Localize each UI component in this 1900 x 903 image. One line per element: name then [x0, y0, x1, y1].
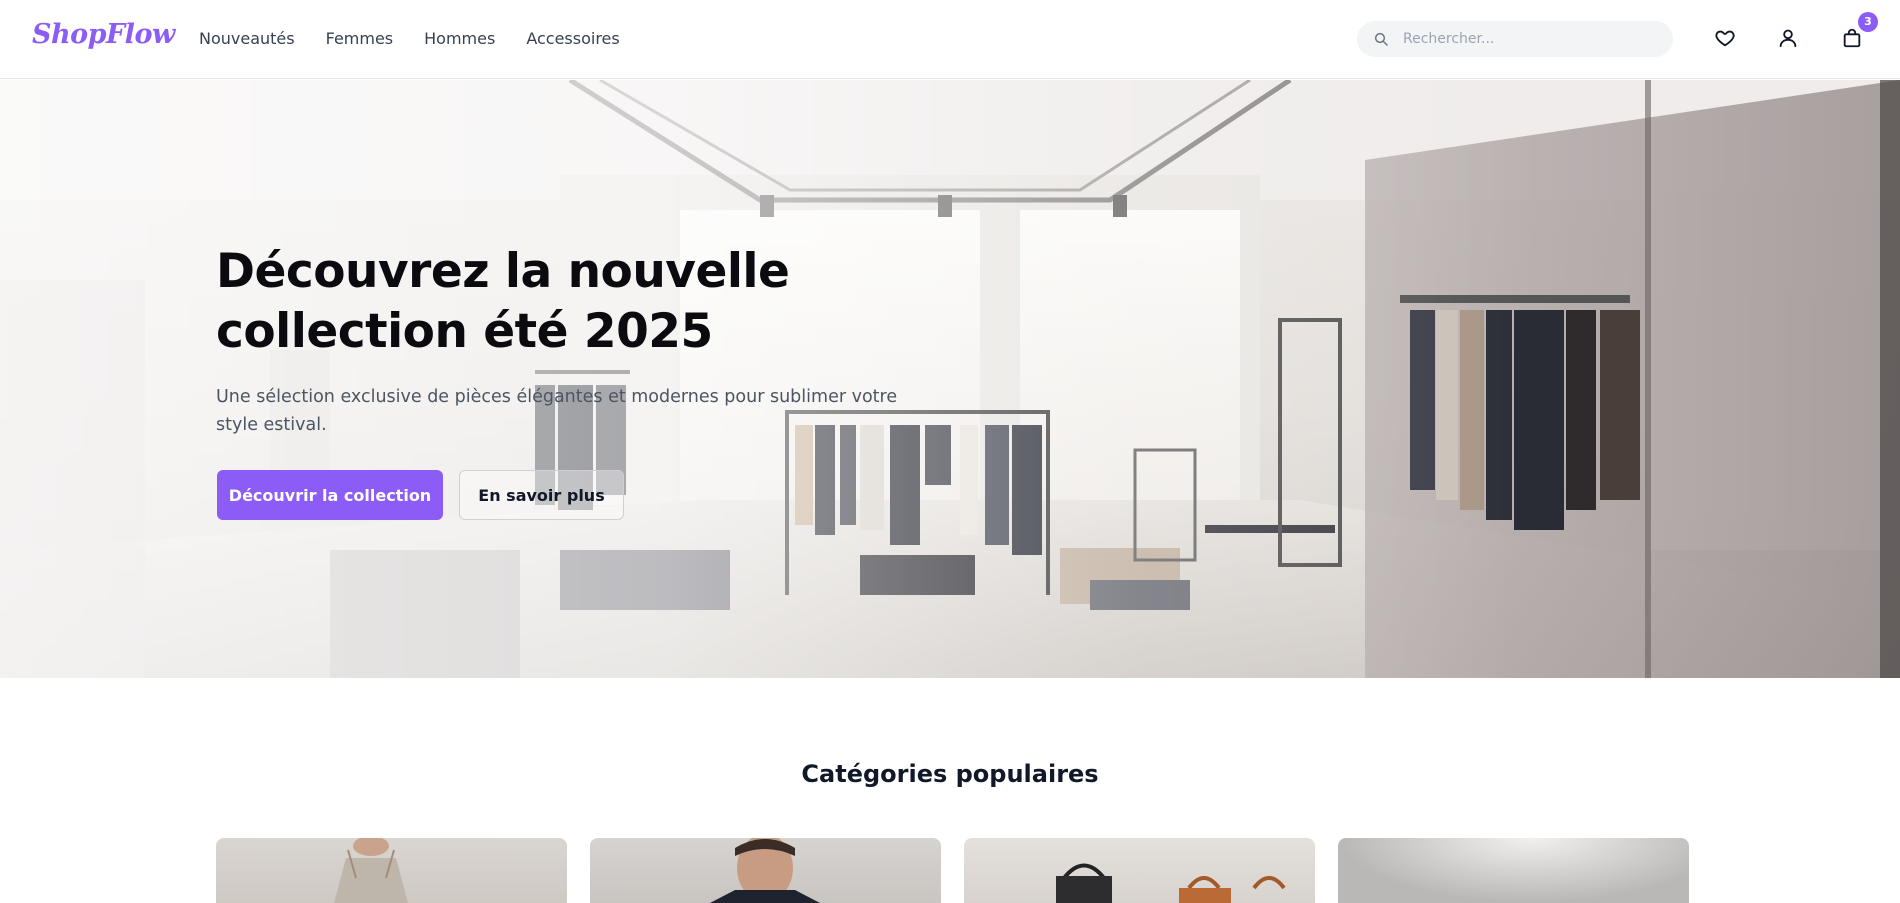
- discover-collection-button[interactable]: Découvrir la collection: [217, 470, 443, 520]
- man-shirt-image: [710, 838, 820, 903]
- search-input[interactable]: [1403, 21, 1653, 57]
- user-icon[interactable]: [1777, 27, 1799, 49]
- categories-title: Catégories populaires: [801, 760, 1099, 788]
- search-icon: [1374, 32, 1388, 46]
- category-card-accessories[interactable]: [1338, 838, 1689, 903]
- woman-dress-image: [334, 838, 408, 903]
- category-card-men[interactable]: [590, 838, 941, 903]
- nav-item-accessoires[interactable]: Accessoires: [526, 28, 619, 50]
- handbags-image: [1056, 863, 1286, 903]
- nav-item-nouveautes[interactable]: Nouveautés: [199, 28, 295, 50]
- heart-icon[interactable]: [1714, 27, 1736, 49]
- hero-title-line2: collection été 2025: [216, 304, 713, 359]
- hero-overlay: [0, 80, 1900, 678]
- site-header: ShopFlow Nouveautés Femmes Hommes Access…: [0, 0, 1900, 79]
- main-nav: Nouveautés Femmes Hommes Accessoires: [199, 28, 651, 50]
- accessories-image: [1338, 838, 1689, 903]
- search-bar: [1357, 21, 1673, 57]
- learn-more-button[interactable]: En savoir plus: [459, 470, 624, 520]
- hero-subtitle: Une sélection exclusive de pièces élégan…: [216, 387, 898, 435]
- nav-item-hommes[interactable]: Hommes: [424, 28, 495, 50]
- hero-title-line1: Découvrez la nouvelle: [216, 244, 790, 299]
- shopping-bag-icon[interactable]: [1841, 27, 1863, 49]
- nav-item-femmes[interactable]: Femmes: [326, 28, 394, 50]
- category-card-women[interactable]: [216, 838, 567, 903]
- hero-banner: Découvrez la nouvelle collection été 202…: [0, 80, 1900, 678]
- category-card-bags[interactable]: [964, 838, 1315, 903]
- logo[interactable]: ShopFlow: [32, 19, 175, 50]
- cart-count-badge: 3: [1858, 12, 1878, 32]
- hero-title: Découvrez la nouvelle collection été 202…: [216, 242, 856, 362]
